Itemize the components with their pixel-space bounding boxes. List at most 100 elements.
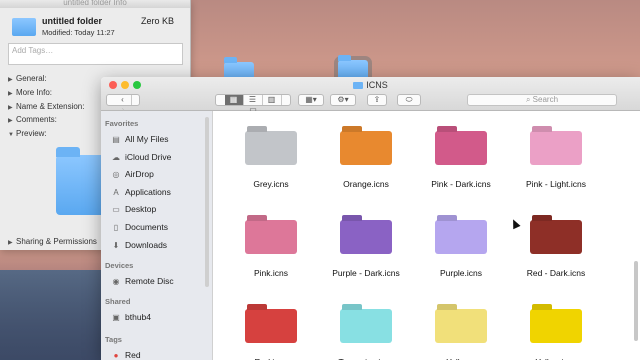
folder-icon — [530, 220, 582, 254]
file-tile[interactable]: Yellow - — [421, 297, 501, 360]
file-name: Purple - Dark.icns — [332, 268, 400, 278]
folder-icon — [245, 309, 297, 343]
info-window-title: untitled folder Info — [0, 0, 190, 8]
sidebar-item-bthub4[interactable]: ▣ bthub4 — [111, 311, 151, 323]
sidebar-item-label: Documents — [125, 222, 168, 232]
file-tile[interactable]: Purple.icns — [421, 208, 501, 278]
sidebar-item-label: Red — [125, 350, 141, 360]
sidebar-header-devices: Devices — [105, 261, 134, 270]
file-tile[interactable]: Yellow.icns — [516, 297, 596, 360]
file-grid: Grey.icns Orange.icns Pink - Dark.icns Pink… — [213, 111, 640, 360]
section-name-extension[interactable]: ▶ Name & Extension: — [8, 102, 84, 111]
folder-icon — [435, 309, 487, 343]
folder-icon — [353, 82, 364, 89]
file-tile[interactable]: Pink - Light.icns — [516, 119, 596, 189]
sidebar-item-applications[interactable]: A Applications — [111, 186, 171, 198]
folder-icon — [245, 131, 297, 165]
search-placeholder: Search — [532, 95, 559, 104]
tag-icon: ⬭ — [405, 95, 413, 104]
share-icon: ⇪ — [373, 95, 381, 104]
action-button[interactable]: ⚙▾ — [330, 94, 356, 106]
file-tile[interactable]: Red - Dark.icns — [516, 208, 596, 278]
arrange-button[interactable]: ▦▾ — [298, 94, 324, 106]
folder-icon — [435, 131, 487, 165]
sidebar-item-icloud-drive[interactable]: ☁ iCloud Drive — [111, 151, 171, 163]
airdrop-icon: ◎ — [112, 170, 120, 179]
disclosure-triangle-icon: ▶ — [8, 77, 13, 83]
file-tile[interactable]: Pink - Dark.icns — [421, 119, 501, 189]
file-tile[interactable]: Purple - Dark.icns — [326, 208, 406, 278]
content-scrollbar[interactable] — [634, 261, 638, 341]
arrange-icon: ▦▾ — [305, 95, 317, 104]
share-button[interactable]: ⇪ — [367, 94, 387, 106]
file-name: Purple.icns — [439, 268, 483, 278]
sidebar-item-label: bthub4 — [125, 312, 151, 322]
desktop-icon: ▭ — [112, 205, 120, 214]
file-name: Red - Dark.icns — [526, 268, 586, 278]
view-switcher: ▦ ☰ ▥▭ — [215, 94, 291, 114]
section-general[interactable]: ▶ General: — [8, 74, 47, 83]
disc-icon: ◉ — [112, 277, 120, 286]
search-input[interactable]: ⌕ Search — [467, 94, 617, 106]
folder-icon — [530, 309, 582, 343]
info-modified: Modified: Today 11:27 — [42, 28, 115, 37]
file-name: Pink - Dark.icns — [431, 179, 491, 189]
icon-view-icon[interactable]: ▦ — [224, 95, 244, 105]
column-view-icon[interactable]: ▥ — [263, 95, 282, 105]
folder-icon — [340, 220, 392, 254]
info-name: untitled folder — [42, 16, 102, 26]
section-more-info[interactable]: ▶ More Info: — [8, 88, 52, 97]
section-preview[interactable]: ▼ Preview: — [8, 129, 47, 138]
back-button[interactable]: ‹ — [115, 95, 132, 105]
folder-icon — [435, 220, 487, 254]
sidebar-header-tags: Tags — [105, 335, 122, 344]
sidebar-header-favorites: Favorites — [105, 119, 139, 128]
cloud-icon: ☁ — [112, 153, 120, 162]
sidebar-item-label: iCloud Drive — [125, 152, 172, 162]
folder-icon — [245, 220, 297, 254]
red-tag-dot-icon: ● — [113, 351, 119, 360]
sidebar-item-tag-red[interactable]: ● Red — [111, 349, 141, 360]
sidebar-item-label: Remote Disc — [125, 276, 174, 286]
tags-input[interactable]: Add Tags… — [8, 43, 183, 65]
sidebar-header-shared: Shared — [105, 297, 131, 306]
all-files-icon: ▤ — [112, 135, 120, 144]
sidebar-item-desktop[interactable]: ▭ Desktop — [111, 203, 156, 215]
folder-icon — [12, 18, 36, 36]
list-view-icon[interactable]: ☰ — [244, 95, 263, 105]
sidebar-item-documents[interactable]: ▯ Documents — [111, 221, 168, 233]
file-tile[interactable]: Orange.icns — [326, 119, 406, 189]
file-tile[interactable]: Turquoise.icns — [326, 297, 406, 360]
sidebar-item-remote-disc[interactable]: ◉ Remote Disc — [111, 275, 174, 287]
sidebar-item-label: Applications — [125, 187, 171, 197]
window-title-label: ICNS — [366, 80, 388, 90]
info-header: untitled folder Zero KB Modified: Today … — [12, 14, 184, 44]
section-label: Preview: — [16, 129, 47, 138]
sidebar-item-airdrop[interactable]: ◎ AirDrop — [111, 168, 154, 180]
downloads-icon: ⬇ — [112, 241, 120, 250]
file-name: Orange.icns — [343, 179, 389, 189]
window-title: ICNS — [101, 80, 640, 90]
section-label: Sharing & Permissions — [16, 237, 97, 246]
sidebar-item-label: AirDrop — [125, 169, 154, 179]
applications-icon: A — [113, 188, 119, 197]
sidebar-item-label: Desktop — [125, 204, 157, 214]
nav-buttons: ‹› — [106, 94, 140, 114]
section-label: Name & Extension: — [16, 102, 85, 111]
file-tile[interactable]: Pink.icns — [231, 208, 311, 278]
sidebar-item-label: Downloads — [125, 240, 168, 250]
finder-toolbar: ICNS ‹› ▦ ☰ ▥▭ ▦▾ ⚙▾ ⇪ ⬭ ⌕ Search — [101, 77, 640, 114]
section-comments[interactable]: ▶ Comments: — [8, 115, 57, 124]
edit-tags-button[interactable]: ⬭ — [397, 94, 421, 106]
sidebar-item-all-my-files[interactable]: ▤ All My Files — [111, 133, 168, 145]
disclosure-triangle-icon: ▶ — [8, 118, 13, 124]
file-tile[interactable]: Grey.icns — [231, 119, 311, 189]
folder-icon — [340, 131, 392, 165]
file-tile[interactable]: Red.icns — [231, 297, 311, 360]
section-label: Comments: — [16, 115, 57, 124]
search-icon: ⌕ — [525, 95, 533, 104]
sidebar-scrollbar[interactable] — [205, 117, 209, 287]
sidebar-item-downloads[interactable]: ⬇ Downloads — [111, 239, 167, 251]
section-sharing[interactable]: ▶ Sharing & Permissions — [8, 237, 97, 246]
file-name: Grey.icns — [253, 179, 289, 189]
